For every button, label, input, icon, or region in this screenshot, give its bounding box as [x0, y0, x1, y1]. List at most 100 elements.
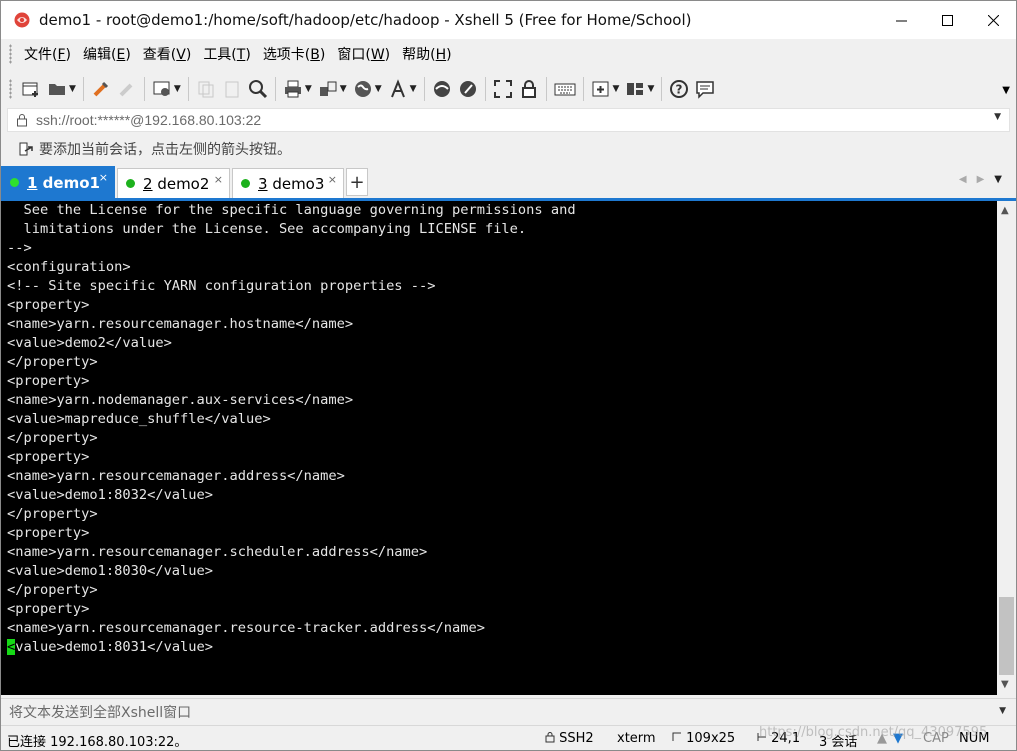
resize-icon: [672, 732, 681, 741]
xftp-icon: [433, 81, 450, 97]
tab-demo1[interactable]: 1 demo1 ×: [1, 166, 115, 198]
address-input[interactable]: ssh://root:******@192.168.80.103:22: [36, 112, 261, 128]
new-session-button[interactable]: [21, 75, 41, 103]
menu-edit[interactable]: 编辑(E): [77, 44, 137, 64]
chevron-down-icon[interactable]: ▼: [994, 174, 1002, 185]
toolbar-separator: [484, 77, 486, 101]
transfer-button[interactable]: ▼: [318, 75, 347, 103]
terminal-line: <name>yarn.nodemanager.aux-services</nam…: [7, 392, 354, 408]
chevron-down-icon: ▼: [69, 84, 76, 94]
toolbar-separator: [423, 77, 425, 101]
chevron-down-icon: ▼: [374, 84, 382, 94]
toolbar-separator: [274, 77, 276, 101]
terminal-line: <property>: [7, 525, 90, 541]
menu-tools[interactable]: 工具(T): [197, 44, 257, 64]
close-icon[interactable]: ×: [328, 173, 337, 186]
toolbar-overflow-icon[interactable]: ▼: [1002, 85, 1010, 96]
globe-icon: [354, 81, 371, 97]
toolbar-separator: [143, 77, 145, 101]
terminal-line: -->: [7, 240, 32, 256]
help-icon: ?: [670, 80, 689, 98]
new-tab-button[interactable]: ▼: [591, 75, 620, 103]
watermark: https://blog.csdn.net/qq_43097595: [759, 725, 988, 740]
close-icon[interactable]: ×: [99, 171, 108, 184]
help-button[interactable]: ?: [669, 75, 689, 103]
chevron-down-icon[interactable]: ▼: [999, 706, 1006, 716]
chevron-down-icon[interactable]: ▼: [994, 112, 1001, 122]
menu-bar: 文件(F) 编辑(E) 查看(V) 工具(T) 选项卡(B) 窗口(W) 帮助(…: [1, 39, 1016, 69]
window-title: demo1 - root@demo1:/home/soft/hadoop/etc…: [39, 11, 692, 29]
tab-label: 1 demo1: [27, 173, 100, 192]
menu-tabs[interactable]: 选项卡(B): [257, 44, 332, 64]
chevron-down-icon: ▼: [304, 84, 312, 94]
fullscreen-icon: [493, 80, 512, 98]
menu-view[interactable]: 查看(V): [137, 44, 198, 64]
terminal-output[interactable]: See the License for the specific languag…: [1, 201, 997, 695]
terminal-line: <value>demo1:8032</value>: [7, 487, 214, 503]
fullscreen-button[interactable]: [493, 75, 513, 103]
scrollbar-thumb[interactable]: [999, 597, 1014, 675]
chevron-down-icon: ▼: [173, 84, 181, 94]
address-bar[interactable]: ssh://root:******@192.168.80.103:22 ▼: [7, 108, 1010, 132]
find-button[interactable]: [248, 75, 268, 103]
terminal-line: <property>: [7, 297, 90, 313]
layout-icon: [627, 83, 644, 95]
font-button[interactable]: ▼: [388, 75, 417, 103]
xftp-button[interactable]: [432, 75, 452, 103]
toolbar-grip: [9, 79, 12, 99]
add-tab-button[interactable]: +: [346, 168, 368, 196]
svg-text:?: ?: [676, 83, 683, 97]
terminal-line: </property>: [7, 506, 98, 522]
tab-demo2[interactable]: 2 demo2 ×: [117, 168, 230, 198]
chevron-right-icon[interactable]: ▶: [977, 174, 985, 185]
terminal-line: </property>: [7, 430, 98, 446]
xagent-button[interactable]: [458, 75, 478, 103]
toolbar-separator: [661, 77, 663, 101]
chevron-down-icon: ▼: [612, 84, 620, 94]
new-session-icon: [22, 82, 38, 97]
compose-bar: 将文本发送到全部Xshell窗口 ▼: [1, 698, 1016, 725]
open-session-button[interactable]: ▼: [47, 75, 76, 103]
close-icon[interactable]: ×: [214, 173, 223, 186]
chevron-down-icon: ▼: [647, 84, 655, 94]
properties-button[interactable]: ▼: [152, 75, 181, 103]
session-status-dot: [126, 179, 135, 188]
layout-button[interactable]: ▼: [625, 75, 654, 103]
print-button[interactable]: ▼: [283, 75, 312, 103]
terminal-line: <value>demo2</value>: [7, 335, 172, 351]
menu-help[interactable]: 帮助(H): [396, 44, 457, 64]
terminal-type-status: xterm: [617, 731, 656, 746]
toolbar-separator: [582, 77, 584, 101]
menu-window[interactable]: 窗口(W): [331, 44, 396, 64]
title-bar: demo1 - root@demo1:/home/soft/hadoop/etc…: [1, 1, 1016, 39]
chat-button[interactable]: [695, 75, 715, 103]
scroll-up-icon[interactable]: ▲: [1001, 205, 1009, 216]
terminal-line: <configuration>: [7, 259, 131, 275]
add-session-arrow-icon[interactable]: [19, 141, 35, 157]
tab-demo3[interactable]: 3 demo3 ×: [232, 168, 344, 198]
menu-grip: [9, 44, 12, 64]
terminal-scrollbar[interactable]: ▲ ▼: [997, 201, 1016, 695]
terminal-line: <name>yarn.resourcemanager.scheduler.add…: [7, 544, 428, 560]
minimize-button[interactable]: [878, 1, 924, 39]
terminal-line: See the License for the specific languag…: [7, 202, 576, 218]
close-icon: [987, 14, 999, 26]
paste-icon: [225, 81, 239, 98]
protocol-status: SSH2: [545, 731, 594, 746]
xagent-icon: [459, 81, 476, 97]
compose-input[interactable]: 将文本发送到全部Xshell窗口: [9, 702, 191, 722]
terminal-line: <property>: [7, 373, 90, 389]
menu-file[interactable]: 文件(F): [18, 44, 77, 64]
folder-icon: [49, 84, 65, 95]
maximize-button[interactable]: [924, 1, 970, 39]
tab-bar: 1 demo1 × 2 demo2 × 3 demo3 × + ◀ ▶ ▼: [1, 166, 1016, 201]
terminal-size-status: 109x25: [672, 731, 735, 746]
encoding-button[interactable]: ▼: [353, 75, 382, 103]
lock-button[interactable]: [519, 75, 539, 103]
scroll-down-icon[interactable]: ▼: [1001, 679, 1009, 690]
chevron-left-icon[interactable]: ◀: [959, 174, 967, 185]
reconnect-button[interactable]: [91, 75, 111, 103]
keyboard-button[interactable]: [554, 75, 576, 103]
terminal-line: <value>demo1:8030</value>: [7, 563, 214, 579]
close-button[interactable]: [970, 1, 1016, 39]
